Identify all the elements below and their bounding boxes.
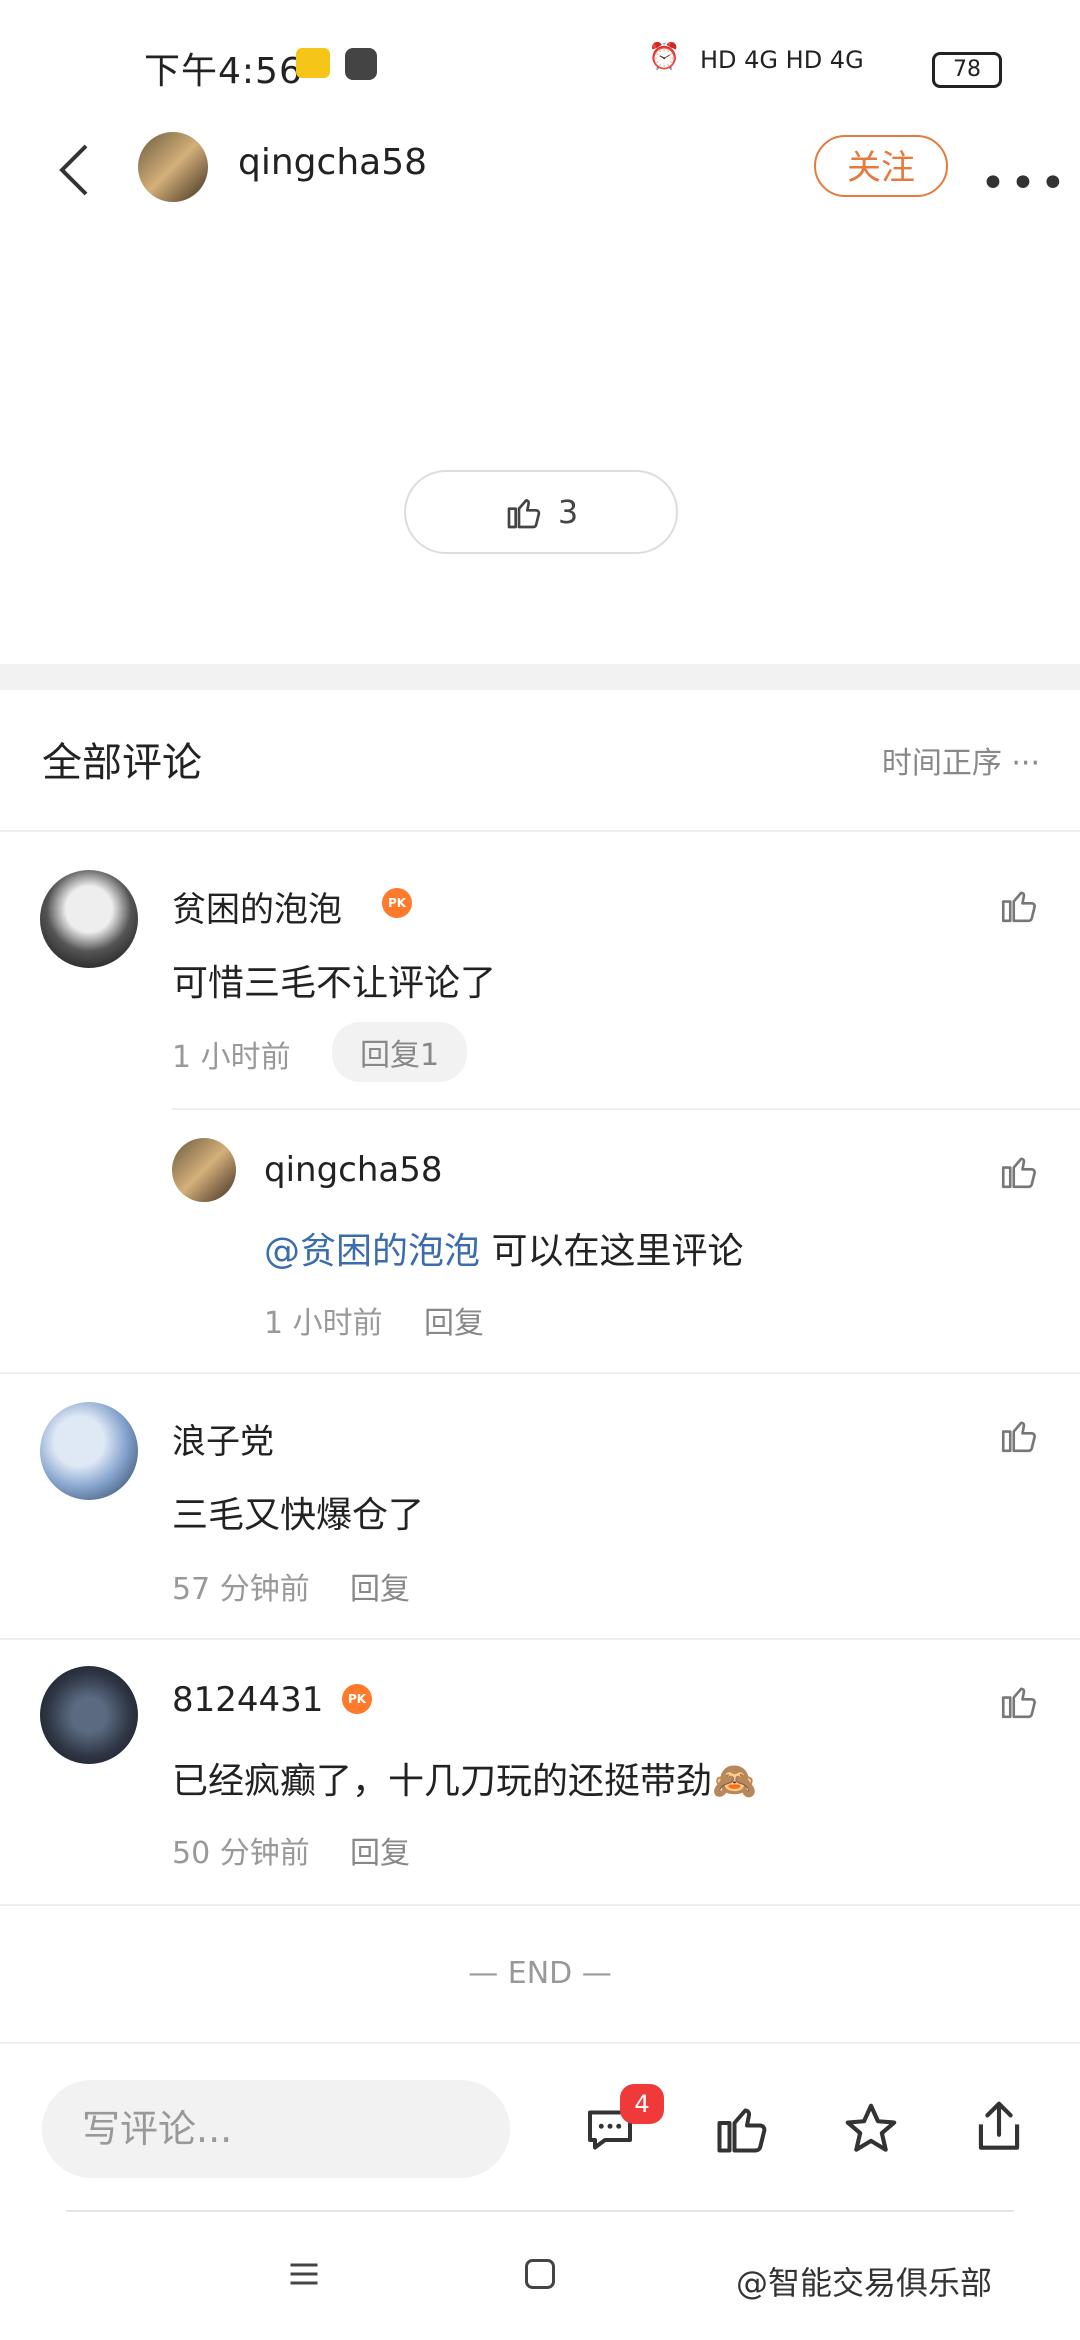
comment-count-badge: 4 (620, 2084, 664, 2124)
mention-link[interactable]: @贫困的泡泡 (264, 1231, 480, 1272)
status-time: 下午4:56 (144, 51, 303, 92)
comment-text: 已经疯癫了，十几刀玩的还挺带劲🙈 (172, 1761, 757, 1802)
comments-title: 全部评论 (42, 740, 202, 786)
comment-like-icon[interactable] (998, 1680, 1040, 1722)
app-notification-icon (345, 48, 377, 80)
like-icon[interactable] (712, 2098, 772, 2158)
reply-button[interactable]: 回复 (350, 1564, 410, 1608)
more-icon[interactable]: ••• (980, 158, 1070, 209)
reply-button[interactable]: 回复 (424, 1298, 484, 1342)
home-nav-icon[interactable] (522, 2256, 558, 2292)
reply-avatar[interactable] (172, 1138, 236, 1202)
commenter-name[interactable]: 贫困的泡泡 (172, 882, 342, 931)
follow-button[interactable]: 关注 (814, 135, 948, 197)
section-divider (0, 664, 1080, 690)
comment-input[interactable]: 写评论... (42, 2080, 510, 2178)
reply-time: 1 小时前 (264, 1306, 383, 1341)
pk-badge: PK (342, 1684, 372, 1714)
end-marker: — END — (468, 1956, 612, 1991)
comment-text: 可惜三毛不让评论了 (172, 963, 497, 1004)
back-icon[interactable] (50, 140, 100, 200)
menu-nav-icon[interactable] (286, 2256, 322, 2292)
sort-toggle[interactable]: 时间正序 ··· (882, 738, 1040, 782)
bottom-divider (66, 2210, 1014, 2212)
battery-icon: 78 (932, 52, 1002, 88)
reply-count-button[interactable]: 回复1 (332, 1022, 468, 1082)
watermark: @智能交易俱乐部 (736, 2264, 993, 2302)
comment-time: 57 分钟前 (172, 1572, 310, 1607)
commenter-avatar[interactable] (40, 1666, 138, 1764)
thumbs-up-icon (507, 499, 541, 529)
reply-author-name[interactable]: qingcha58 (264, 1150, 443, 1190)
commenter-avatar[interactable] (40, 1402, 138, 1500)
network-indicator: HD 4G HD 4G (700, 46, 864, 74)
author-avatar[interactable] (138, 132, 208, 202)
favorite-star-icon[interactable] (840, 2098, 902, 2160)
mail-icon (296, 48, 330, 78)
divider (0, 830, 1080, 832)
divider (0, 1638, 1080, 1640)
post-like-button[interactable]: 3 (404, 470, 678, 554)
reply-button[interactable]: 回复 (350, 1828, 410, 1872)
comment-like-icon[interactable] (998, 884, 1040, 926)
share-icon[interactable] (968, 2096, 1030, 2158)
commenter-avatar[interactable] (40, 870, 138, 968)
comment-time: 50 分钟前 (172, 1836, 310, 1871)
comment-text: 三毛又快爆仓了 (172, 1495, 425, 1536)
reply-text: @贫困的泡泡 可以在这里评论 (264, 1222, 743, 1274)
comment-time: 1 小时前 (172, 1040, 291, 1075)
divider (0, 1904, 1080, 1906)
divider (0, 1372, 1080, 1374)
author-name[interactable]: qingcha58 (238, 142, 427, 183)
reply-body: 可以在这里评论 (480, 1231, 744, 1272)
reply-like-icon[interactable] (998, 1150, 1040, 1192)
pk-badge: PK (382, 888, 412, 918)
divider (172, 1108, 1080, 1110)
commenter-name[interactable]: 8124431 (172, 1680, 323, 1720)
commenter-name[interactable]: 浪子党 (172, 1414, 274, 1463)
like-count: 3 (557, 493, 579, 531)
comment-like-icon[interactable] (998, 1414, 1040, 1456)
bottom-bar-divider (0, 2042, 1080, 2044)
alarm-icon: ⏰ (648, 42, 681, 72)
